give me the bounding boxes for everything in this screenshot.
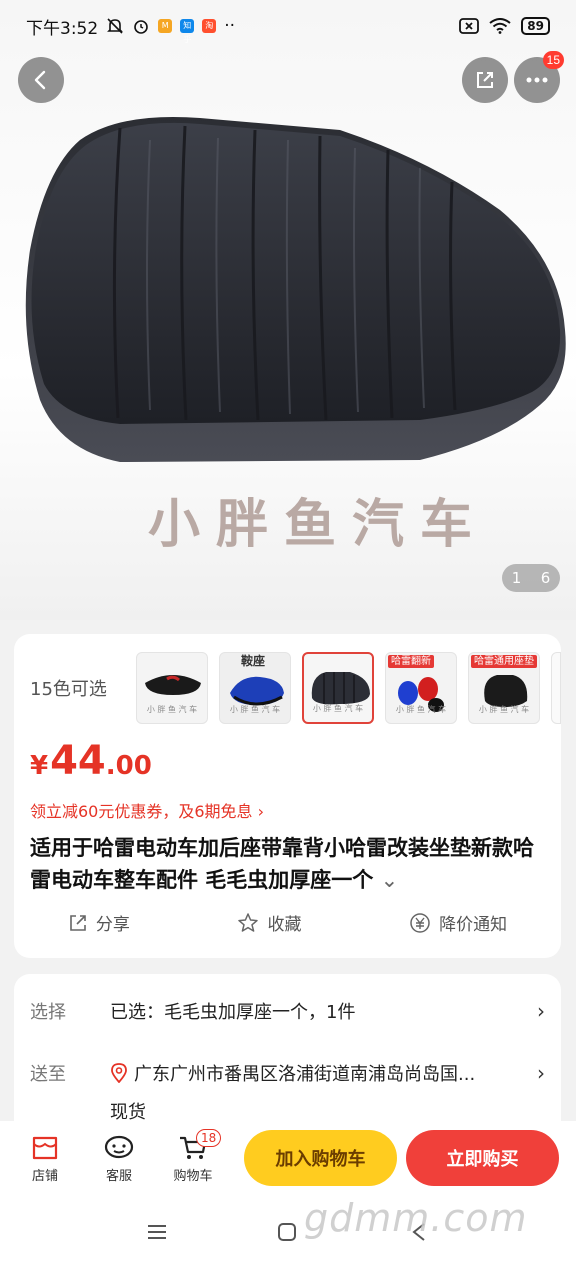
color-option-thumb[interactable]: 哈雷翻新 小 胖 鱼 汽 车 <box>385 652 457 724</box>
price-drop-icon <box>410 912 430 933</box>
add-to-cart-button[interactable]: 加入购物车 <box>244 1130 397 1186</box>
more-dots-icon <box>526 77 548 83</box>
pager-total: 6 <box>540 569 551 587</box>
cart-button[interactable]: 18 购物车 <box>156 1128 230 1184</box>
wifi-icon <box>489 18 511 34</box>
chevron-right-icon: › <box>537 999 545 1023</box>
thumb-tag: 哈雷通用座垫 <box>471 655 537 668</box>
price-decimal: .00 <box>105 751 152 781</box>
cart-label: 购物车 <box>173 1168 213 1184</box>
chat-bubble-icon <box>104 1135 134 1158</box>
thumb-tag: 鞍座 <box>241 654 266 668</box>
product-info-card: 15色可选 小 胖 鱼 汽 车 鞍座 小 胖 鱼 汽 车 小 胖 鱼 汽 车 哈… <box>14 634 561 958</box>
favorite-label: 收藏 <box>267 915 302 935</box>
product-title-text: 适用于哈雷电动车加后座带靠背小哈雷改装坐垫新款哈雷电动车整车配件 毛毛虫加厚座一… <box>30 836 534 892</box>
pager-current: 1 <box>511 569 522 587</box>
thumb-watermark: 小 胖 鱼 汽 车 <box>312 704 364 713</box>
share-label: 分享 <box>95 915 130 935</box>
product-title[interactable]: 适用于哈雷电动车加后座带靠背小哈雷改装坐垫新款哈雷电动车整车配件 毛毛虫加厚座一… <box>30 832 550 896</box>
share-icon <box>477 72 493 88</box>
share-action[interactable]: 分享 <box>68 910 130 935</box>
color-option-thumb[interactable]: 小 胖 鱼 汽 车 <box>136 652 208 724</box>
store-icon <box>32 1136 58 1159</box>
ship-to-label: 送至 <box>30 1064 66 1085</box>
share-icon <box>70 914 86 931</box>
store-button[interactable]: 店铺 <box>8 1135 82 1184</box>
favorite-action[interactable]: 收藏 <box>237 910 301 935</box>
cart-count-badge: 18 <box>196 1128 222 1147</box>
color-option-thumb-selected[interactable]: 小 胖 鱼 汽 车 <box>302 652 374 724</box>
thumb-watermark: 小 胖 鱼 汽 车 <box>229 705 281 714</box>
sim-off-icon <box>459 18 480 34</box>
battery-indicator: 89 <box>521 17 550 35</box>
price-alert-action[interactable]: 降价通知 <box>409 910 507 935</box>
thumb-watermark: 小 胖 鱼 汽 车 <box>478 705 530 714</box>
service-label: 客服 <box>105 1168 132 1184</box>
color-selector: 15色可选 小 胖 鱼 汽 车 鞍座 小 胖 鱼 汽 车 小 胖 鱼 汽 车 哈… <box>30 650 561 726</box>
app-notification-icon: M <box>158 19 173 33</box>
menu-icon[interactable] <box>146 1221 168 1243</box>
alarm-icon <box>134 20 148 34</box>
chevron-right-icon: › <box>537 1061 545 1085</box>
more-button[interactable]: 15 <box>514 51 564 103</box>
customer-service-button[interactable]: 客服 <box>82 1135 156 1184</box>
taobao-notification-icon: 淘 <box>202 19 217 33</box>
store-label: 店铺 <box>31 1168 58 1184</box>
status-bar: 下午3:52 M 知乎 淘 ·· 89 <box>0 0 576 52</box>
status-time: 下午3:52 <box>26 18 99 39</box>
product-actions: 分享 收藏 降价通知 <box>14 910 561 935</box>
shipping-address: 广东广州市番禺区洛浦街道南浦岛尚岛国... <box>134 1064 476 1085</box>
chevron-left-icon <box>34 70 46 90</box>
image-pager: 1 6 <box>502 564 560 592</box>
more-notifications: ·· <box>224 16 235 36</box>
selected-variant: 已选：毛毛虫加厚座一个，1件 <box>110 1002 356 1023</box>
price-integer: 44 <box>50 738 106 784</box>
price-currency: ¥ <box>30 751 49 781</box>
site-watermark: gdmm.com <box>304 1196 528 1240</box>
spec-select-row[interactable]: 选择 已选：毛毛虫加厚座一个，1件 › <box>30 998 545 1024</box>
coupon-link[interactable]: 领立减60元优惠券，及6期免息 › <box>30 798 264 822</box>
price-alert-label: 降价通知 <box>439 915 508 935</box>
star-icon <box>238 912 259 932</box>
home-square-icon[interactable] <box>276 1221 298 1243</box>
image-watermark: 小胖鱼汽车 <box>148 495 489 555</box>
location-pin-icon <box>111 1063 127 1083</box>
color-option-thumb[interactable]: 鞍座 小 胖 鱼 汽 车 <box>219 652 291 724</box>
thumb-watermark: 小 胖 鱼 汽 车 <box>146 705 198 714</box>
buy-now-button[interactable]: 立即购买 <box>406 1130 559 1186</box>
expand-title-icon[interactable]: ⌄ <box>381 868 399 892</box>
back-button[interactable] <box>18 57 64 103</box>
zhihu-notification-icon: 知乎 <box>180 19 195 44</box>
select-label: 选择 <box>30 1002 66 1023</box>
colors-count-label: 15色可选 <box>30 679 107 700</box>
thumb-watermark: 小 胖 鱼 汽 车 <box>395 705 447 714</box>
spec-shipping-row[interactable]: 送至 广东广州市番禺区洛浦街道南浦岛尚岛国... › <box>30 1060 545 1086</box>
thumb-tag: 哈雷翻新 <box>388 655 434 668</box>
color-option-thumb-partial[interactable] <box>551 652 561 724</box>
price: ¥ 44 .00 <box>30 738 152 784</box>
color-option-thumb[interactable]: 哈雷通用座垫 小 胖 鱼 汽 车 <box>468 652 540 724</box>
spec-card: 选择 已选：毛毛虫加厚座一个，1件 › 送至 广东广州市番禺区洛浦街道南浦岛尚岛… <box>14 974 561 1144</box>
mute-icon <box>107 18 124 34</box>
message-count-badge: 15 <box>542 51 564 69</box>
share-button[interactable] <box>462 57 508 103</box>
